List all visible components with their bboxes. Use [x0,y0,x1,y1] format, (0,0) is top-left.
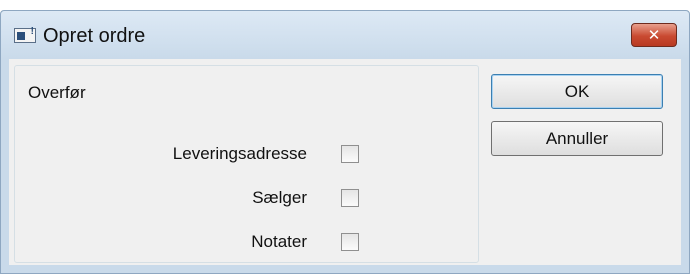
close-button[interactable]: ✕ [631,23,677,47]
dialog-body: Overfør Leveringsadresse Sælger Notater … [9,59,681,265]
cancel-button[interactable]: Annuller [491,121,663,156]
delivery-address-checkbox[interactable] [341,145,359,163]
app-window-icon: ! [14,27,36,43]
option-label: Notater [251,232,307,251]
close-icon: ✕ [647,26,661,44]
title-bar[interactable]: ! Opret ordre ✕ [1,11,689,59]
option-notes: Notater [17,231,359,253]
transfer-group-label: Overfør [28,83,86,102]
option-label: Sælger [252,188,307,207]
dialog-title: Opret ordre [43,25,146,47]
dialog-window: ! Opret ordre ✕ Overfør Leveringsadresse… [0,10,690,274]
option-delivery-address: Leveringsadresse [17,143,359,165]
salesperson-checkbox[interactable] [341,189,359,207]
option-label: Leveringsadresse [172,144,307,163]
ok-button[interactable]: OK [491,74,663,109]
option-salesperson: Sælger [17,187,359,209]
notes-checkbox[interactable] [341,233,359,251]
